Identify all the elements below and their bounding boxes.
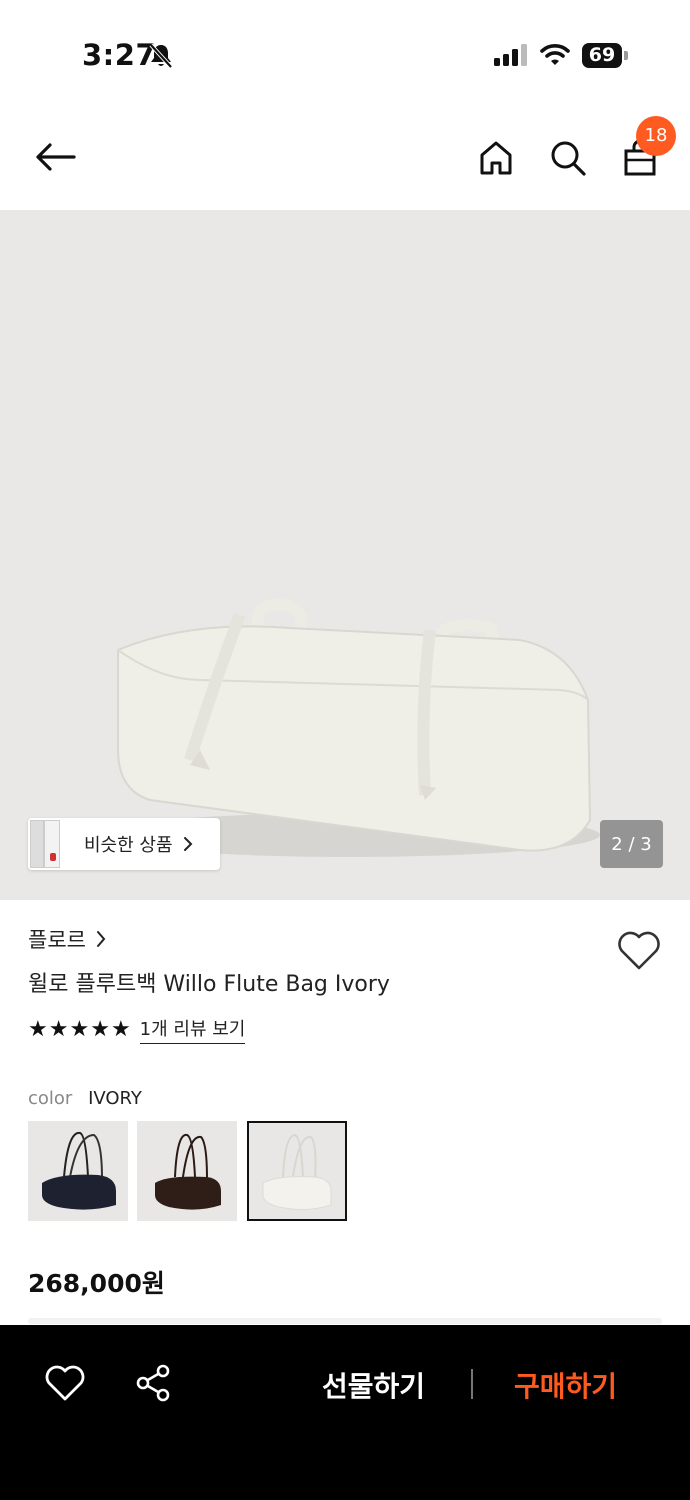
color-value: IVORY <box>88 1088 142 1109</box>
back-arrow-icon <box>36 143 76 171</box>
image-page-counter: 2 / 3 <box>600 820 663 868</box>
share-button[interactable] <box>134 1363 174 1403</box>
star-icon: ★ <box>69 1017 90 1042</box>
wishlist-button[interactable] <box>616 930 662 972</box>
battery-icon: 69 <box>582 43 628 68</box>
rating-row: ★ ★ ★ ★ ★ 1개 리뷰 보기 <box>28 1016 246 1044</box>
product-photo <box>100 599 600 857</box>
home-button[interactable] <box>474 134 518 182</box>
search-button[interactable] <box>546 134 590 182</box>
color-row: color IVORY <box>28 1088 142 1109</box>
status-bar: 3:27 69 <box>0 0 690 110</box>
status-time: 3:27 <box>82 38 157 72</box>
heart-icon <box>45 1365 85 1401</box>
buy-button[interactable]: 구매하기 <box>514 1365 617 1405</box>
chevron-right-icon <box>96 931 106 947</box>
search-icon <box>551 141 586 176</box>
star-icon: ★ <box>110 1017 131 1042</box>
heart-icon <box>618 931 660 970</box>
gift-button[interactable]: 선물하기 <box>322 1365 425 1405</box>
wifi-icon <box>540 42 570 70</box>
similar-products-button[interactable]: 비슷한 상품 <box>28 818 220 870</box>
product-image-gallery[interactable]: 비슷한 상품 2 / 3 <box>0 210 690 900</box>
back-button[interactable] <box>28 135 82 179</box>
star-icon: ★ <box>28 1017 48 1042</box>
bottom-wishlist-button[interactable] <box>44 1365 86 1403</box>
rating-stars: ★ ★ ★ ★ ★ <box>28 1016 132 1044</box>
product-price: 268,000원 <box>28 1269 165 1298</box>
color-swatch-brown[interactable] <box>137 1121 237 1221</box>
similar-products-label: 비슷한 상품 <box>84 835 173 856</box>
navy-bag-thumbnail <box>42 1131 116 1210</box>
brown-bag-thumbnail <box>155 1134 221 1210</box>
star-icon: ★ <box>48 1017 69 1042</box>
color-swatch-ivory[interactable] <box>247 1121 347 1221</box>
brand-link[interactable]: 플로르 <box>28 924 106 954</box>
section-divider <box>28 1318 662 1324</box>
button-separator <box>471 1369 473 1399</box>
star-icon: ★ <box>90 1017 110 1042</box>
color-label: color <box>28 1088 73 1109</box>
home-icon <box>480 141 512 175</box>
color-swatch-navy[interactable] <box>28 1121 128 1221</box>
chevron-right-icon <box>183 837 192 851</box>
cart-count-badge: 18 <box>636 116 676 156</box>
similar-thumbnail <box>28 818 62 870</box>
battery-level: 69 <box>582 43 622 68</box>
product-name: 윌로 플루트백 Willo Flute Bag Ivory <box>28 972 390 997</box>
ivory-bag-thumbnail <box>262 1133 332 1211</box>
signal-icon <box>494 44 528 70</box>
share-icon <box>136 1364 170 1402</box>
reviews-link[interactable]: 1개 리뷰 보기 <box>139 1017 246 1044</box>
bell-slash-icon <box>148 42 174 74</box>
top-nav <box>0 110 690 210</box>
bottom-action-bar: 선물하기 구매하기 <box>0 1325 690 1500</box>
brand-name: 플로르 <box>28 928 86 952</box>
